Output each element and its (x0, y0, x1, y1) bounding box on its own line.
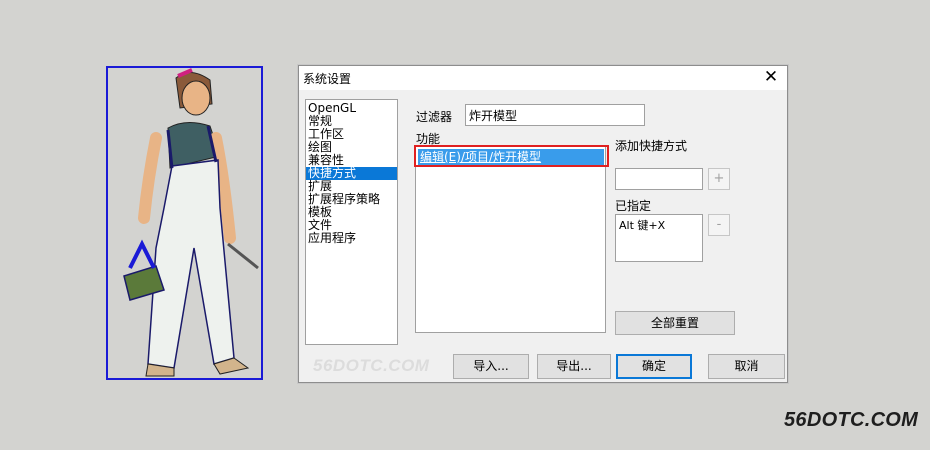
cancel-button[interactable]: 取消 (708, 354, 785, 379)
highlight-annotation-box (414, 145, 609, 167)
add-shortcut-button[interactable]: + (708, 168, 730, 190)
assigned-list[interactable]: Alt 键+X (615, 214, 703, 262)
import-button[interactable]: 导入... (453, 354, 529, 379)
site-watermark: 56DOTC.COM (784, 409, 919, 431)
reset-all-button[interactable]: 全部重置 (615, 311, 735, 335)
add-shortcut-label: 添加快捷方式 (615, 139, 688, 153)
worker-with-toolbox-icon (123, 68, 259, 377)
dialog-title: 系统设置 (303, 72, 352, 86)
category-item-applications[interactable]: 应用程序 (306, 232, 397, 245)
ok-button[interactable]: 确定 (616, 354, 692, 379)
assigned-item[interactable]: Alt 键+X (619, 217, 699, 233)
figure-selection-box[interactable] (106, 66, 263, 380)
export-button[interactable]: 导出... (537, 354, 611, 379)
dialog-titlebar[interactable]: 系统设置 ✕ (299, 66, 787, 90)
system-settings-dialog: 系统设置 ✕ OpenGL 常规 工作区 绘图 兼容性 快捷方式 扩展 扩展程序… (298, 65, 788, 383)
category-list[interactable]: OpenGL 常规 工作区 绘图 兼容性 快捷方式 扩展 扩展程序策略 模板 文… (305, 99, 398, 345)
assigned-label: 已指定 (615, 199, 652, 213)
dialog-watermark: 56DOTC.COM (313, 356, 430, 375)
filter-label: 过滤器 (416, 110, 453, 124)
canvas: 系统设置 ✕ OpenGL 常规 工作区 绘图 兼容性 快捷方式 扩展 扩展程序… (0, 0, 930, 450)
close-icon[interactable]: ✕ (755, 66, 787, 90)
add-shortcut-input[interactable] (615, 168, 703, 190)
filter-input[interactable] (465, 104, 645, 126)
remove-shortcut-button[interactable]: - (708, 214, 730, 236)
function-list[interactable]: 编辑(E)/项目/炸开模型 (415, 145, 606, 333)
